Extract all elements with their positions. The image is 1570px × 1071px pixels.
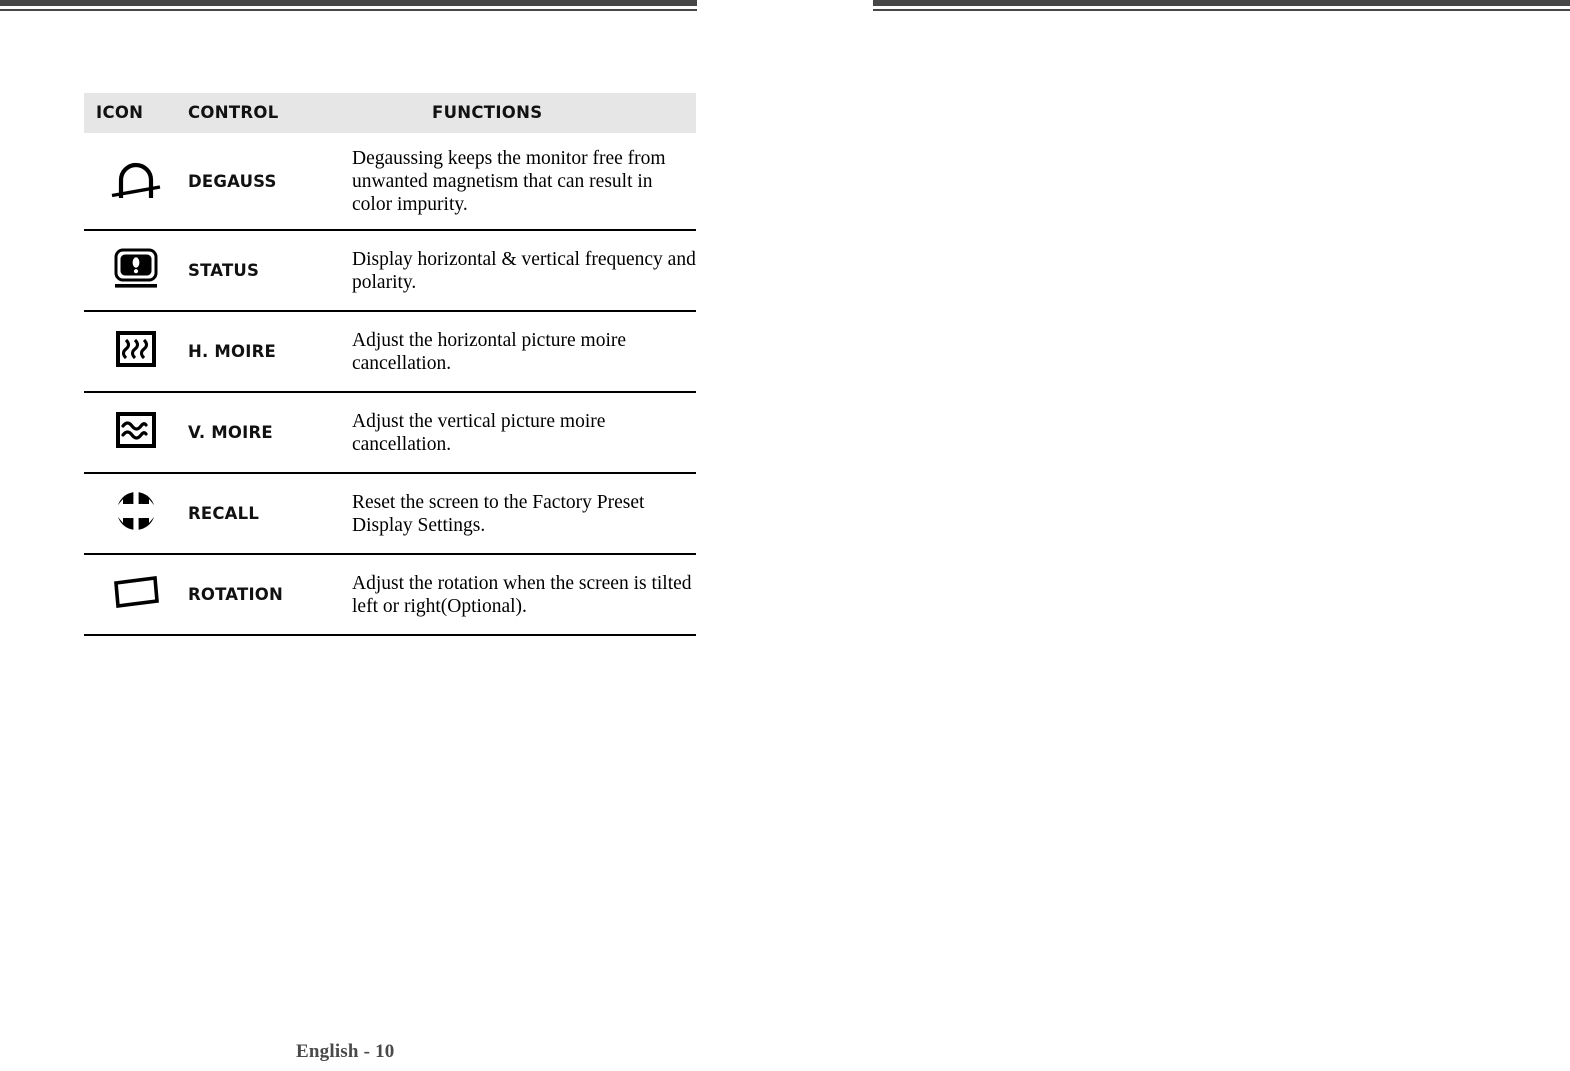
cell-control-label: ROTATION xyxy=(188,585,284,604)
cell-icon xyxy=(84,554,188,635)
recall-icon xyxy=(107,486,165,536)
cell-control-label: RECALL xyxy=(188,504,260,523)
table-row: V. MOIRE Adjust the vertical picture moi… xyxy=(84,392,696,473)
table-row: STATUS Display horizontal & vertical fre… xyxy=(84,230,696,311)
status-monitor-icon xyxy=(107,243,165,293)
cell-icon xyxy=(84,230,188,311)
cell-icon xyxy=(84,473,188,554)
rotation-icon xyxy=(107,567,165,617)
cell-control-label: H. MOIRE xyxy=(188,342,276,361)
table-header: ICON CONTROL FUNCTIONS xyxy=(84,93,696,133)
osd-control-table: ICON CONTROL FUNCTIONS DEGAUSS Degaussin… xyxy=(84,93,696,636)
table-header-row: ICON CONTROL FUNCTIONS xyxy=(84,93,696,133)
cell-control-label: V. MOIRE xyxy=(188,423,273,442)
table-row: RECALL Reset the screen to the Factory P… xyxy=(84,473,696,554)
cell-function-text: Display horizontal & vertical frequency … xyxy=(352,248,696,293)
table-row: DEGAUSS Degaussing keeps the monitor fre… xyxy=(84,133,696,230)
h-moire-icon xyxy=(107,324,165,374)
cell-icon xyxy=(84,392,188,473)
cell-function-text: Reset the screen to the Factory Preset D… xyxy=(352,491,645,536)
cell-function-text: Adjust the vertical picture moire cancel… xyxy=(352,410,606,455)
table-row: ROTATION Adjust the rotation when the sc… xyxy=(84,554,696,635)
cell-control-label: STATUS xyxy=(188,261,260,280)
column-header-functions: FUNCTIONS xyxy=(352,93,696,133)
column-header-control: CONTROL xyxy=(188,93,352,133)
cell-icon xyxy=(84,311,188,392)
degauss-icon xyxy=(107,154,165,204)
cell-control-label: DEGAUSS xyxy=(188,171,277,191)
column-header-icon: ICON xyxy=(84,93,188,133)
left-page: ICON CONTROL FUNCTIONS DEGAUSS Degaussin… xyxy=(0,0,785,1071)
right-page: Self Diagnosis When the monitor doesn’t … xyxy=(785,0,1570,1071)
manual-spread: ICON CONTROL FUNCTIONS DEGAUSS Degaussin… xyxy=(0,0,1570,1071)
cell-function-text: Degaussing keeps the monitor free from u… xyxy=(352,147,666,215)
table-body: DEGAUSS Degaussing keeps the monitor fre… xyxy=(84,133,696,635)
cell-icon xyxy=(84,133,188,230)
v-moire-icon xyxy=(107,405,165,455)
left-page-footer: English - 10 xyxy=(296,1041,395,1062)
table-row: H. MOIRE Adjust the horizontal picture m… xyxy=(84,311,696,392)
cell-function-text: Adjust the horizontal picture moire canc… xyxy=(352,329,627,374)
cell-function-text: Adjust the rotation when the screen is t… xyxy=(352,572,692,617)
